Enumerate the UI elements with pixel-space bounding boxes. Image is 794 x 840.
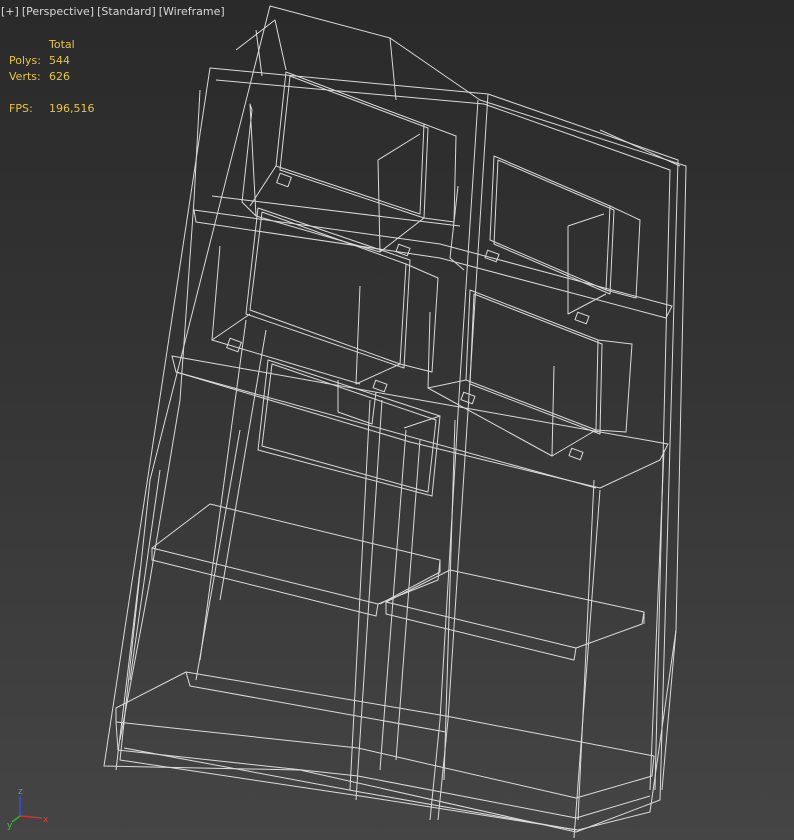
- cabinet-outer-shell-back: [119, 5, 687, 831]
- drawer-middle-right: [427, 289, 633, 461]
- axis-x-line: [19, 815, 43, 819]
- fps-label: FPS:: [9, 102, 33, 115]
- viewport-menu-wireframe[interactable]: [Wireframe]: [159, 5, 225, 18]
- axis-y-label: y: [7, 821, 13, 830]
- shelf-top: [193, 209, 673, 319]
- verts-label: Verts:: [9, 70, 41, 83]
- shelf-lower-right: [385, 569, 645, 649]
- axis-gizmo-icon: z x y: [7, 787, 49, 830]
- wireframe-cabinet-model[interactable]: [0, 0, 794, 840]
- stats-header: Total: [49, 38, 75, 51]
- viewport-menu-plus[interactable]: [+]: [1, 5, 19, 18]
- cabinet-outer-shell-front: [103, 67, 679, 833]
- viewport-menu-standard[interactable]: [Standard]: [97, 5, 156, 18]
- cabinet-base: [115, 671, 655, 799]
- axis-x-label: x: [43, 815, 49, 825]
- axis-y-line: [11, 815, 21, 823]
- verts-value: 626: [49, 70, 70, 83]
- scene-statistics: Total Polys: 544 Verts: 626 FPS: 196,516: [9, 37, 95, 117]
- shelf-middle: [171, 355, 669, 489]
- viewport-menu-perspective[interactable]: [Perspective]: [22, 5, 94, 18]
- polys-label: Polys:: [9, 54, 41, 67]
- axis-z-label: z: [18, 787, 23, 797]
- drawer-top-left: [241, 71, 457, 257]
- polys-value: 544: [49, 54, 70, 67]
- viewport-perspective[interactable]: [+] [Perspective] [Standard] [Wireframe] To…: [0, 0, 794, 840]
- viewport-label-bar: [+] [Perspective] [Standard] [Wireframe]: [1, 5, 228, 18]
- center-divider: [437, 93, 489, 821]
- fps-value: 196,516: [49, 102, 95, 115]
